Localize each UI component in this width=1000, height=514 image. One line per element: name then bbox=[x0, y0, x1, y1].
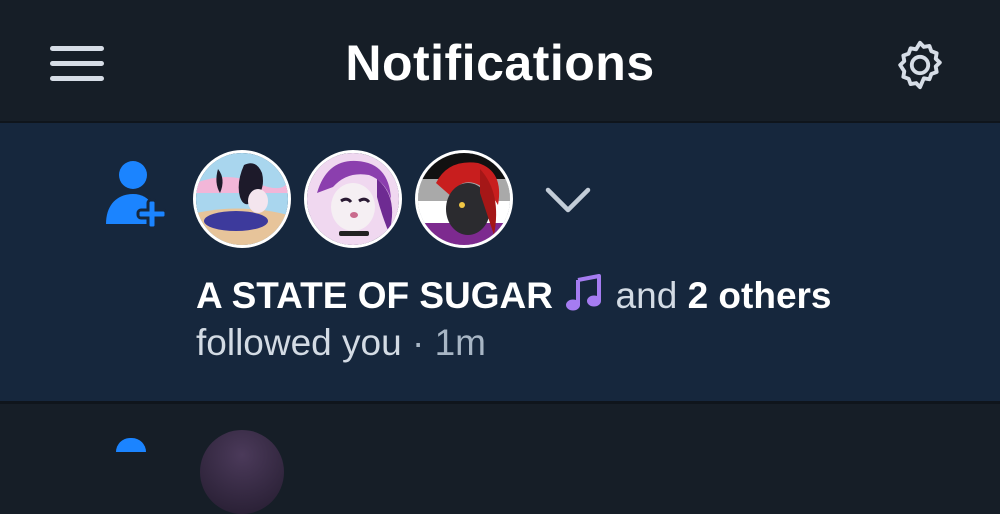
settings-button[interactable] bbox=[890, 36, 950, 94]
avatar-state-of-sugar[interactable] bbox=[193, 150, 291, 248]
next-notification-item[interactable] bbox=[0, 404, 1000, 445]
avatar-follower-3[interactable] bbox=[415, 150, 513, 248]
actor-name[interactable]: A STATE OF SUGAR bbox=[196, 275, 553, 316]
timestamp: 1m bbox=[434, 322, 486, 363]
connector-text: and bbox=[615, 275, 678, 316]
notification-text: A STATE OF SUGAR and 2 others followed y… bbox=[196, 272, 976, 366]
chevron-down-icon[interactable] bbox=[540, 178, 596, 222]
others-link[interactable]: 2 others bbox=[688, 275, 832, 316]
separator: · bbox=[411, 322, 425, 363]
person-add-icon bbox=[106, 161, 168, 228]
action-text: followed you bbox=[196, 322, 402, 363]
gear-icon bbox=[898, 40, 942, 90]
top-bar: Notifications bbox=[0, 0, 1000, 123]
music-note-icon bbox=[563, 272, 605, 314]
page-title: Notifications bbox=[345, 35, 655, 91]
avatar-follower-2[interactable] bbox=[304, 150, 402, 248]
next-notification-avatar[interactable] bbox=[200, 430, 284, 514]
